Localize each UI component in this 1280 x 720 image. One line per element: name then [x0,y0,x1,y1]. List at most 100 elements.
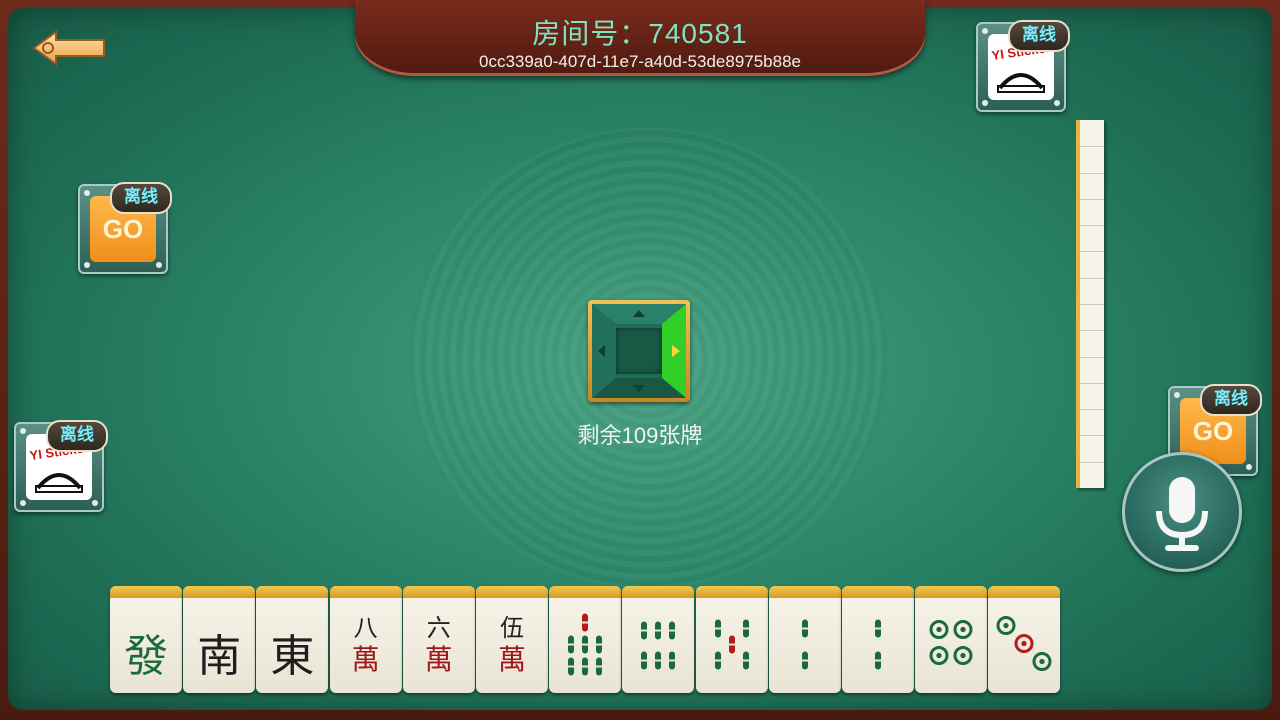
offline-badge: 离线 [46,420,108,452]
bamboo-stick [801,651,808,670]
hand-tile[interactable] [549,586,622,693]
tile-back-edge [842,586,914,598]
bolt [20,428,26,434]
bolt [84,262,90,268]
avatar-text: GO [1192,416,1234,446]
bolt [1246,464,1252,470]
bamboo-stick [742,619,749,638]
offline-badge: 离线 [110,182,172,214]
bamboo-pattern [568,613,603,676]
hand-tile[interactable]: 伍萬 [476,586,548,693]
dot-center [936,652,942,659]
wall-tile-divider [1080,330,1104,332]
bolt [1174,392,1180,398]
wall-tile-divider [1080,461,1104,463]
bamboo-stick [641,651,648,670]
dot-center [960,626,966,633]
bolt [20,500,26,506]
hand-tile[interactable]: 六萬 [402,586,475,693]
dot-center [1003,622,1010,629]
offline-badge: 离线 [1008,20,1070,52]
bolt [982,28,988,34]
avatar-text: GO [102,214,144,244]
dot-center [1039,658,1046,665]
tile-face: 八萬 [330,598,402,693]
tile-back-edge [476,586,548,598]
wall-tile-divider [1080,356,1104,358]
bamboo-pattern [714,619,749,670]
wall-tile-divider [1080,198,1104,200]
tile-back-edge [549,586,622,598]
hand-tile[interactable] [695,586,768,693]
dot-center [960,652,966,659]
player-left-lower[interactable]: YI Sticker 离线 [14,420,108,512]
tile-face [769,598,841,693]
hand-tile[interactable] [768,586,841,693]
tile-back-edge [768,586,841,598]
hand-tile[interactable]: 發 [110,586,182,693]
bamboo-pattern [641,621,676,670]
tile-face: 發 [110,598,182,693]
wall-tile-divider [1080,172,1104,174]
tile-back-edge [256,586,329,598]
room-uuid: 0cc339a0-407d-11e7-a40d-53de8975b88e [478,52,802,71]
bamboo-stick [596,635,603,654]
player-top-right[interactable]: YI Sticker 离线 [976,20,1070,112]
bamboo-stick [669,651,676,670]
tile-back-edge [988,586,1061,598]
tile-face [549,598,621,693]
hand-tile[interactable] [622,586,695,693]
tile-back-edge [915,586,988,598]
tile-back-edge [183,586,256,598]
tile-face [622,598,694,693]
player-left-upper[interactable]: GO 离线 [78,182,172,274]
bamboo-stick [728,635,735,654]
bolt [1054,100,1060,106]
turn-indicator [588,300,690,402]
hand-tile[interactable] [988,586,1061,693]
hand-tile[interactable] [842,586,914,693]
bamboo-stick [875,619,881,638]
tile-face [696,598,768,693]
game-stage: 房间号：740581 0cc339a0-407d-11e7-a40d-53de8… [0,0,1280,720]
bamboo-stick [875,651,881,670]
bamboo-stick [714,619,721,638]
bolt [84,190,90,196]
tile-glyph: 南 [197,631,242,682]
tile-back-edge [402,586,475,598]
bamboo-stick [801,619,808,638]
wall-tile-divider [1080,382,1104,384]
tile-suit: 萬 [424,643,453,676]
tile-back-edge [110,586,182,598]
bamboo-stick [582,635,589,654]
wall-tile-divider [1080,146,1104,148]
tile-back-edge [695,586,768,598]
tile-face [915,598,987,693]
hand-tile[interactable] [915,586,988,693]
tile-face: 南 [183,598,255,693]
tile-face: 六萬 [403,598,475,693]
bolt [156,262,162,268]
wall-tile-divider [1080,251,1104,253]
tile-suit: 萬 [351,643,380,676]
bamboo-pattern [875,619,881,670]
wall-tile-divider [1080,304,1104,305]
tile-wall-right [1076,120,1104,488]
bamboo-stick [568,635,575,654]
voice-button[interactable] [1122,452,1242,572]
tile-face: 伍萬 [476,598,548,693]
bamboo-stick [669,621,676,640]
dot-center [936,626,942,633]
back-button[interactable] [30,26,110,72]
dots-pattern [929,620,973,665]
compass-center [616,328,662,374]
tile-face [988,598,1060,693]
bamboo-stick [582,613,589,632]
tile-back-edge [622,586,695,598]
hand-tile[interactable]: 東 [256,586,329,693]
hand-tile[interactable]: 南 [183,586,256,693]
avatar-face-icon [997,73,1045,93]
bamboo-stick [655,621,662,640]
hand-tile[interactable]: 八萬 [329,586,402,693]
wall-tile-divider [1080,277,1104,279]
